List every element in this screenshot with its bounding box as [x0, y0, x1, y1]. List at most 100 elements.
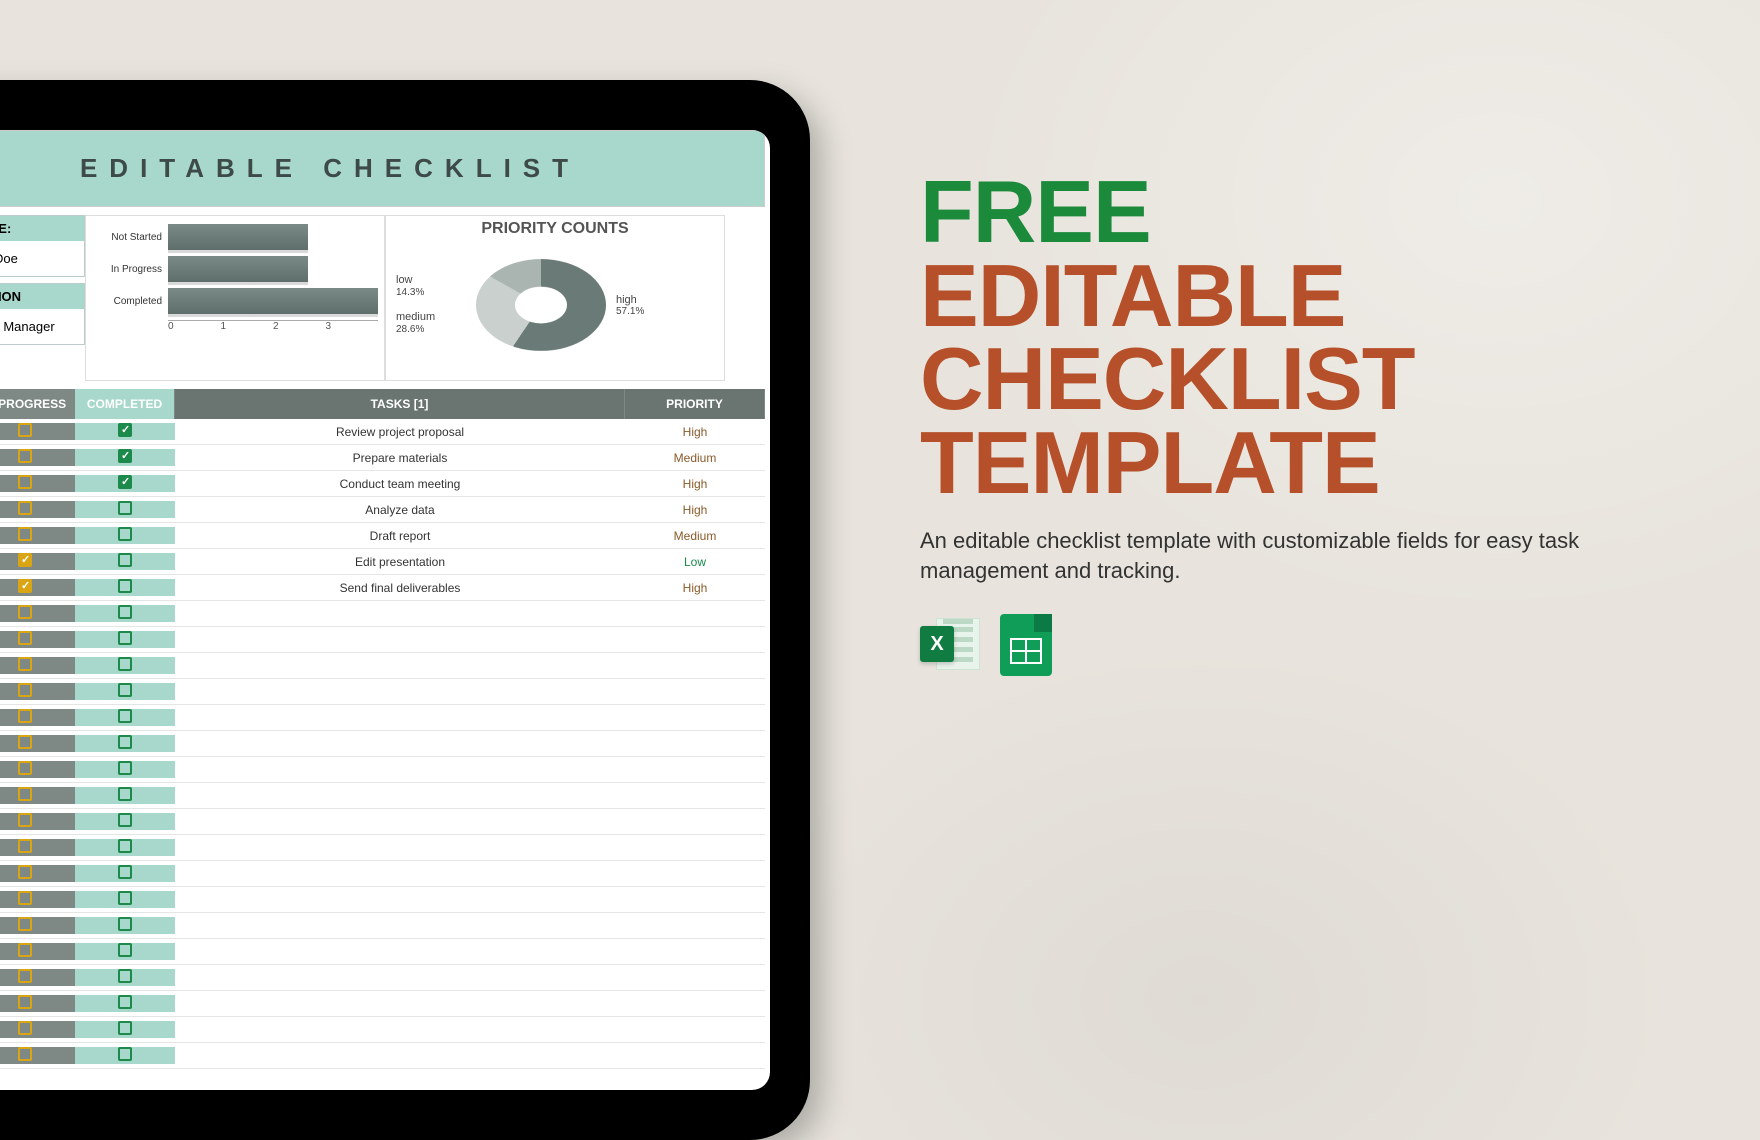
tick-1: 1: [221, 321, 274, 332]
task-cell[interactable]: Conduct team meeting: [175, 477, 625, 491]
checkbox-icon[interactable]: [18, 1021, 32, 1035]
pie-label-high: high57.1%: [616, 294, 644, 317]
checkbox-icon[interactable]: [118, 943, 132, 957]
checkbox-icon[interactable]: [118, 891, 132, 905]
checkbox-icon[interactable]: [118, 1047, 132, 1061]
checkbox-icon[interactable]: [18, 787, 32, 801]
status-bar-chart: Not Started In Progress Completed 0 1 2 …: [85, 215, 385, 381]
checkbox-icon[interactable]: [18, 527, 32, 541]
checkbox-icon[interactable]: [118, 761, 132, 775]
table-row: [0, 679, 765, 705]
checkbox-icon[interactable]: [118, 449, 132, 463]
name-value[interactable]: John Doe: [0, 241, 84, 276]
tablet-screen: EDITABLE CHECKLIST NAME: John Doe POSITI…: [0, 130, 770, 1090]
summary-row: NAME: John Doe POSITION Social Media Man…: [0, 215, 765, 381]
position-label: POSITION: [0, 284, 84, 309]
bar-in-progress: [168, 256, 308, 282]
google-sheets-icon[interactable]: [1000, 614, 1052, 676]
checkbox-icon[interactable]: [18, 683, 32, 697]
checkbox-icon[interactable]: [18, 839, 32, 853]
headline-line1: EDITABLE: [920, 254, 1660, 338]
checkbox-icon[interactable]: [18, 865, 32, 879]
table-row: [0, 731, 765, 757]
table-row: Conduct team meetingHigh: [0, 471, 765, 497]
priority-cell[interactable]: Medium: [625, 451, 765, 465]
tick-3: 3: [326, 321, 379, 332]
checkbox-icon[interactable]: [18, 969, 32, 983]
checkbox-icon[interactable]: [118, 683, 132, 697]
bar-label-in-progress: In Progress: [92, 264, 162, 275]
table-row: [0, 887, 765, 913]
priority-cell[interactable]: High: [625, 503, 765, 517]
priority-cell[interactable]: High: [625, 477, 765, 491]
checkbox-icon[interactable]: [118, 839, 132, 853]
name-label: NAME:: [0, 216, 84, 241]
table-row: [0, 809, 765, 835]
checkbox-icon[interactable]: [118, 501, 132, 515]
table-body: Review project proposalHighPrepare mater…: [0, 419, 765, 1069]
checkbox-icon[interactable]: [118, 813, 132, 827]
checkbox-icon[interactable]: [118, 709, 132, 723]
task-cell[interactable]: Send final deliverables: [175, 581, 625, 595]
checkbox-icon[interactable]: [18, 579, 32, 593]
checkbox-icon[interactable]: [118, 735, 132, 749]
checkbox-icon[interactable]: [18, 423, 32, 437]
checkbox-icon[interactable]: [118, 579, 132, 593]
task-cell[interactable]: Analyze data: [175, 503, 625, 517]
priority-cell[interactable]: Low: [625, 555, 765, 569]
checkbox-icon[interactable]: [118, 787, 132, 801]
task-cell[interactable]: Edit presentation: [175, 555, 625, 569]
checkbox-icon[interactable]: [18, 709, 32, 723]
task-cell[interactable]: Prepare materials: [175, 451, 625, 465]
checkbox-icon[interactable]: [18, 449, 32, 463]
checkbox-icon[interactable]: [118, 605, 132, 619]
checkbox-icon[interactable]: [118, 865, 132, 879]
task-cell[interactable]: Review project proposal: [175, 425, 625, 439]
checkbox-icon[interactable]: [18, 995, 32, 1009]
checkbox-icon[interactable]: [18, 943, 32, 957]
priority-cell[interactable]: High: [625, 425, 765, 439]
checkbox-icon[interactable]: [118, 1021, 132, 1035]
checkbox-icon[interactable]: [118, 475, 132, 489]
checkbox-icon[interactable]: [18, 501, 32, 515]
table-row: [0, 783, 765, 809]
checkbox-icon[interactable]: [18, 917, 32, 931]
checkbox-icon[interactable]: [18, 553, 32, 567]
table-row: [0, 991, 765, 1017]
checkbox-icon[interactable]: [118, 917, 132, 931]
col-priority: PRIORITY: [625, 389, 765, 419]
checkbox-icon[interactable]: [18, 657, 32, 671]
table-row: [0, 939, 765, 965]
checkbox-icon[interactable]: [18, 761, 32, 775]
bar-axis: 0 1 2 3: [168, 320, 378, 332]
donut-icon: [476, 259, 606, 351]
checkbox-icon[interactable]: [118, 969, 132, 983]
table-row: [0, 861, 765, 887]
checkbox-icon[interactable]: [118, 527, 132, 541]
col-completed: COMPLETED: [75, 389, 175, 419]
checkbox-icon[interactable]: [118, 657, 132, 671]
checkbox-icon[interactable]: [18, 631, 32, 645]
checkbox-icon[interactable]: [18, 813, 32, 827]
format-icons: X: [920, 614, 1660, 676]
description: An editable checklist template with cust…: [920, 526, 1600, 585]
excel-icon[interactable]: X: [920, 614, 980, 674]
bar-not-started: [168, 224, 308, 250]
table-row: [0, 705, 765, 731]
checkbox-icon[interactable]: [18, 735, 32, 749]
checkbox-icon[interactable]: [118, 995, 132, 1009]
tablet-device: EDITABLE CHECKLIST NAME: John Doe POSITI…: [0, 80, 810, 1140]
checkbox-icon[interactable]: [118, 553, 132, 567]
checkbox-icon[interactable]: [118, 631, 132, 645]
position-value[interactable]: Social Media Manager: [0, 309, 84, 344]
checkbox-icon[interactable]: [18, 891, 32, 905]
checkbox-icon[interactable]: [118, 423, 132, 437]
table-row: Edit presentationLow: [0, 549, 765, 575]
table-row: [0, 757, 765, 783]
checkbox-icon[interactable]: [18, 1047, 32, 1061]
priority-cell[interactable]: Medium: [625, 529, 765, 543]
priority-cell[interactable]: High: [625, 581, 765, 595]
checkbox-icon[interactable]: [18, 475, 32, 489]
checkbox-icon[interactable]: [18, 605, 32, 619]
task-cell[interactable]: Draft report: [175, 529, 625, 543]
